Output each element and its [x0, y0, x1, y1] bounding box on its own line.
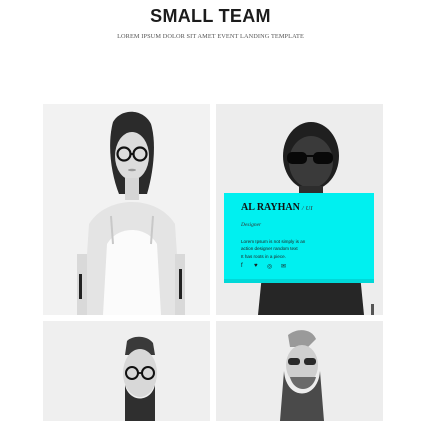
- team-member-overlay-card[interactable]: AL RAYHAN / UI Designer Lorem Ipsum is not…: [224, 193, 374, 283]
- social-links: f ♥ ◎ ✉: [241, 263, 341, 272]
- member-description-line: It has roots in a piece.: [241, 253, 286, 259]
- overlay-accent-bar: [224, 279, 374, 283]
- section-subtitle: LOREM IPSUM DOLOR SIT AMET EVENT LANDING…: [117, 33, 304, 40]
- facebook-icon[interactable]: f: [241, 263, 243, 269]
- member-role: Designer: [241, 222, 262, 228]
- member-description-line: Lorem Ipsum is not simply is an: [241, 239, 306, 244]
- member-description-line: action designer random text: [241, 246, 298, 252]
- team-member-photo-bearded-man[interactable]: [216, 321, 383, 421]
- portrait-image: [43, 104, 210, 315]
- team-member-photo-woman[interactable]: [43, 104, 210, 315]
- portrait-image: [216, 321, 383, 421]
- member-tag: UI: [305, 205, 313, 212]
- member-name-separator: /: [301, 205, 304, 212]
- email-icon[interactable]: ✉: [281, 263, 286, 270]
- member-name: AL RAYHAN: [241, 202, 300, 213]
- member-name-line: AL RAYHAN / UI: [241, 202, 312, 213]
- twitter-icon[interactable]: ♥: [254, 263, 258, 269]
- portrait-image: [43, 321, 210, 421]
- dribbble-icon[interactable]: ◎: [267, 263, 272, 270]
- section-title: SMALL TEAM: [150, 6, 271, 26]
- team-member-photo-man-glasses[interactable]: [43, 321, 210, 421]
- member-description: Lorem Ipsum is not simply is an action d…: [241, 238, 361, 260]
